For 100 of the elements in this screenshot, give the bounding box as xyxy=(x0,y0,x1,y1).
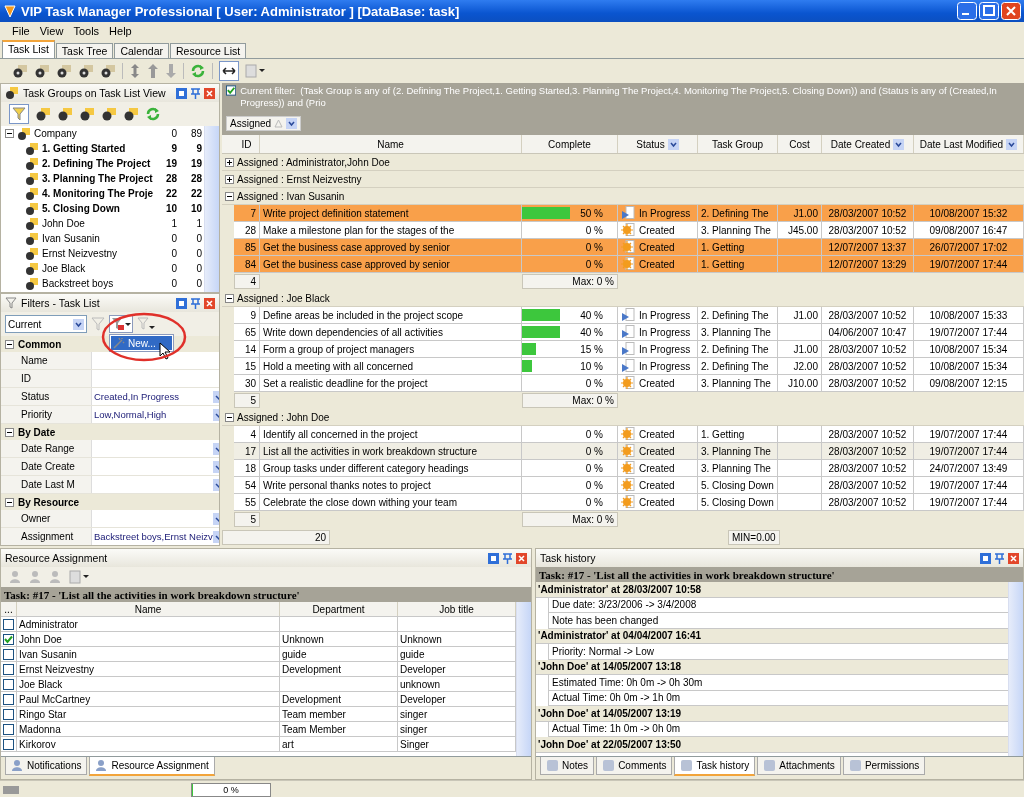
panel-tab[interactable]: Notifications xyxy=(5,757,88,775)
expand-icon[interactable] xyxy=(225,174,234,184)
task-row[interactable]: 4 Identify all concerned in the project 0 % Created 1. Getting 28/03/2007 10:52 19/07/2007 17:44 xyxy=(234,426,1024,443)
collapse-icon[interactable] xyxy=(5,427,14,437)
filter-icon[interactable] xyxy=(9,104,29,124)
group-icon[interactable] xyxy=(101,106,117,122)
view-tab[interactable]: Resource List xyxy=(170,43,247,58)
close-icon[interactable] xyxy=(1008,552,1019,564)
panel-tab[interactable]: Permissions xyxy=(842,757,926,775)
group-by-chip[interactable]: Assigned xyxy=(226,115,302,131)
menu-item[interactable]: View xyxy=(39,25,64,37)
tree-item[interactable]: 3. Planning The Project xyxy=(42,173,154,184)
collapse-icon[interactable] xyxy=(225,293,234,303)
expand-icon[interactable] xyxy=(225,157,234,167)
checkbox[interactable] xyxy=(3,723,14,735)
menu-item[interactable]: Help xyxy=(109,25,132,37)
task-row[interactable]: 30 Set a realistic deadline for the project 0 % Created 3. Planning The J10.00 28/03/2007 10:52 09/08/2007 12:15 xyxy=(234,375,1024,392)
view-tab[interactable]: Task List xyxy=(2,40,55,58)
tree-item[interactable]: Ivan Susanin xyxy=(42,233,154,244)
minimize-icon[interactable] xyxy=(957,2,977,20)
view-tab[interactable]: Calendar xyxy=(114,43,169,58)
task-row[interactable]: 55 Celebrate the close down withing your team 0 % Created 5. Closing Down 28/03/2007 10:52 19/07/2007 17:44 xyxy=(234,494,1024,511)
task-row[interactable]: 85 Get the business case approved by senior 0 % Created 1. Getting 12/07/2007 13:37 26/07/2007 17:02 xyxy=(234,239,1024,256)
filter-select[interactable]: Current xyxy=(5,315,87,333)
collapse-icon[interactable] xyxy=(5,497,14,507)
checkbox[interactable] xyxy=(3,633,14,645)
tree-item[interactable]: 1. Getting Started xyxy=(42,143,154,154)
task-row[interactable]: 15 Hold a meeting with all concerned 10 % In Progress 2. Defining The J2.00 28/03/2007 10:52 10/08/2007 15:34 xyxy=(234,358,1024,375)
close-icon[interactable] xyxy=(1001,2,1021,20)
checkbox[interactable] xyxy=(3,663,14,675)
group-icon[interactable] xyxy=(57,106,73,122)
task-row[interactable]: 7 Write project definition statement 50 % In Progress 2. Defining The J1.00 28/03/2007 10:52 10/08/2007 15:32 xyxy=(234,205,1024,222)
task-row[interactable]: 17 List all the activities in work breakdown structure 0 % Created 3. Planning The 28/03/2007 10:52 19/07/2007 17:44 xyxy=(234,443,1024,460)
tree-item[interactable]: 4. Monitoring The Proje xyxy=(42,188,154,199)
task-row[interactable]: 28 Make a milestone plan for the stages of the 0 % Created 3. Planning The J45.00 28/03/2007 10:52 09/08/2007 16:47 xyxy=(234,222,1024,239)
panel-tab[interactable]: Attachments xyxy=(757,757,841,775)
pin-icon[interactable] xyxy=(502,552,513,564)
column-header[interactable]: Cost xyxy=(778,135,822,153)
group-icon[interactable] xyxy=(123,106,139,122)
group-header[interactable]: Assigned : Ivan Susanin xyxy=(237,190,345,202)
menu-item[interactable]: New... xyxy=(111,336,172,350)
panel-tab[interactable]: Comments xyxy=(596,757,673,775)
group-header[interactable]: Assigned : Ernst Neizvestny xyxy=(237,173,362,185)
fit-width-icon[interactable] xyxy=(219,61,239,81)
tree-item[interactable]: Backstreet boys xyxy=(42,278,154,289)
menu-item[interactable]: Tools xyxy=(73,25,100,37)
collapse-icon[interactable] xyxy=(225,412,234,422)
dropdown-icon[interactable] xyxy=(667,138,679,150)
scrollbar[interactable] xyxy=(1008,582,1023,756)
tree-item[interactable]: John Doe xyxy=(42,218,154,229)
clear-filter-icon[interactable] xyxy=(137,317,155,331)
group-icon[interactable] xyxy=(79,106,95,122)
panel-tab[interactable]: Notes xyxy=(540,757,595,775)
column-header[interactable]: Date Created xyxy=(822,135,914,153)
group-header[interactable]: Assigned : Joe Black xyxy=(237,292,330,304)
scrollbar[interactable] xyxy=(516,602,531,756)
restore-icon[interactable] xyxy=(176,297,187,309)
task-row[interactable]: 84 Get the business case approved by senior 0 % Created 1. Getting 12/07/2007 13:29 19/07/2007 17:44 xyxy=(234,256,1024,273)
task-row[interactable]: 14 Form a group of project managers 15 % In Progress 2. Defining The J1.00 28/03/2007 10:52 10/08/2007 15:34 xyxy=(234,341,1024,358)
task-row[interactable]: 54 Write personal thanks notes to project 0 % Created 5. Closing Down 28/03/2007 10:52 19/07/2007 17:44 xyxy=(234,477,1024,494)
menu-item[interactable]: File xyxy=(12,25,30,37)
task-icon[interactable] xyxy=(56,63,72,79)
scrollbar[interactable] xyxy=(204,126,219,292)
column-header[interactable]: Department xyxy=(280,602,398,616)
column-header[interactable]: Task Group xyxy=(698,135,778,153)
task-row[interactable]: 65 Write down dependencies of all activities 40 % In Progress 3. Planning The 04/06/2007 10:47 19/07/2007 17:44 xyxy=(234,324,1024,341)
column-header[interactable]: ID xyxy=(234,135,260,153)
tree-item[interactable]: 5. Closing Down xyxy=(42,203,154,214)
property-value[interactable]: Backstreet boys,Ernst Neizv xyxy=(94,531,213,542)
restore-icon[interactable] xyxy=(488,552,499,564)
checkbox[interactable] xyxy=(3,708,14,720)
panel-tab[interactable]: Task history xyxy=(674,757,756,776)
columns-icon[interactable] xyxy=(245,63,267,79)
task-icon[interactable] xyxy=(100,63,116,79)
group-header[interactable]: Assigned : John Doe xyxy=(237,411,330,423)
dropdown-icon[interactable] xyxy=(1006,138,1018,150)
up-down-arrow-icon[interactable] xyxy=(129,63,141,79)
restore-icon[interactable] xyxy=(176,87,187,99)
task-row[interactable]: 9 Define areas be included in the project scope 40 % In Progress 2. Defining The J1.00 28/03/2007 10:52 10/08/2007 15:33 xyxy=(234,307,1024,324)
tree-item[interactable]: 2. Defining The Project xyxy=(42,158,154,169)
tree-item[interactable]: Ernst Neizvestny xyxy=(42,248,154,259)
task-icon[interactable] xyxy=(12,63,28,79)
column-header[interactable]: Status xyxy=(618,135,698,153)
maximize-icon[interactable] xyxy=(979,2,999,20)
column-header[interactable]: Date Last Modified xyxy=(914,135,1024,153)
task-icon[interactable] xyxy=(78,63,94,79)
dropdown-icon[interactable] xyxy=(73,318,84,330)
checkbox[interactable] xyxy=(3,738,14,750)
column-header[interactable]: Name xyxy=(260,135,522,153)
column-header[interactable]: ... xyxy=(1,602,17,616)
collapse-icon[interactable] xyxy=(225,191,234,201)
checkbox[interactable] xyxy=(3,693,14,705)
dropdown-icon[interactable] xyxy=(893,138,905,150)
collapse-icon[interactable] xyxy=(5,339,14,349)
filter-icon[interactable] xyxy=(111,317,125,331)
column-header[interactable]: Name xyxy=(17,602,280,616)
checkbox[interactable] xyxy=(226,85,237,96)
pin-icon[interactable] xyxy=(190,297,201,309)
task-icon[interactable] xyxy=(34,63,50,79)
tree-item[interactable]: Company xyxy=(34,128,154,139)
